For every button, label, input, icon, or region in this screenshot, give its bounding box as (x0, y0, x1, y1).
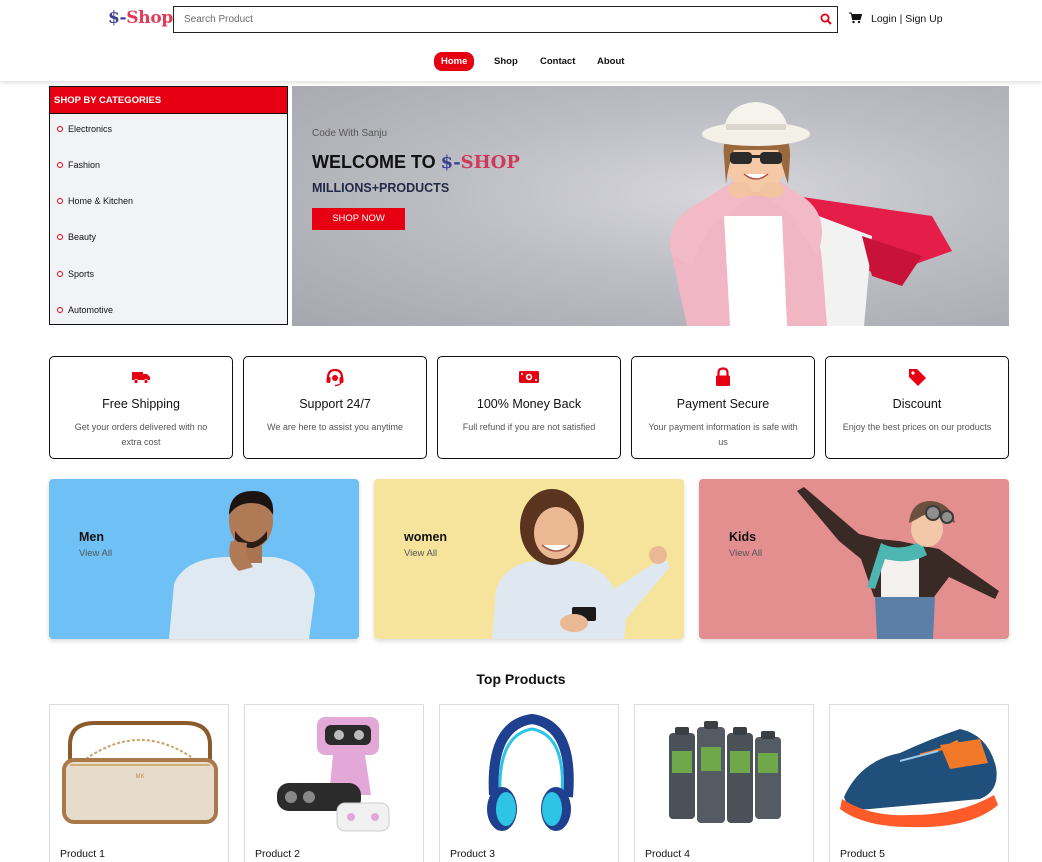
hero-subtitle: MILLIONS+PRODUCTS (312, 181, 450, 195)
bullet-icon (57, 198, 63, 204)
view-all-link[interactable]: View All (404, 548, 437, 559)
category-banner-kids[interactable]: Kids View All (699, 479, 1009, 639)
feature-support: Support 24/7 We are here to assist you a… (243, 356, 427, 459)
bullet-icon (57, 162, 63, 168)
view-all-link[interactable]: View All (729, 548, 762, 559)
top-products-heading: Top Products (476, 671, 566, 687)
body-wash-bottles-image (669, 721, 781, 823)
feature-description: Enjoy the best prices on our products (842, 422, 992, 432)
login-signup-link[interactable]: Login | Sign Up (871, 13, 943, 25)
cart-icon[interactable] (849, 12, 862, 24)
product-card[interactable]: Product 4 (634, 704, 814, 862)
tag-icon (909, 369, 926, 386)
headset-icon (326, 368, 344, 387)
feature-description: We are here to assist you anytime (267, 422, 403, 432)
women-model-image (492, 489, 670, 639)
feature-description: Your payment information is safe with us (648, 422, 798, 447)
bullet-icon (57, 307, 63, 313)
product-card[interactable]: Product 2 (244, 704, 424, 862)
product-name: Product 3 (450, 848, 495, 860)
category-name: women (404, 530, 448, 544)
feature-title: Support 24/7 (299, 397, 371, 411)
sidebar-item-beauty[interactable]: Beauty (57, 231, 96, 243)
logo-prefix: $- (108, 8, 127, 28)
feature-title: Discount (892, 397, 942, 411)
site-logo[interactable]: $-Shop (108, 8, 173, 28)
category-sidebar: SHOP BY CATEGORIES Electronics Fashion H… (49, 86, 288, 325)
product-card[interactable]: MK Product 1 (49, 704, 229, 862)
bullet-icon (57, 271, 63, 277)
product-name: Product 4 (645, 848, 690, 860)
logo-suffix: Shop (126, 8, 173, 28)
headphones-image (487, 713, 574, 831)
feature-description: Get your orders delivered with no extra … (74, 422, 208, 447)
category-name: Men (79, 530, 104, 544)
view-all-link[interactable]: View All (79, 548, 112, 559)
bullet-icon (57, 234, 63, 240)
feature-free-shipping: Free Shipping Get your orders delivered … (49, 356, 233, 459)
sidebar-item-electronics[interactable]: Electronics (57, 123, 112, 135)
category-name: Kids (729, 530, 757, 544)
hero-banner: Code With Sanju WELCOME TO $-SHOP MILLIO… (292, 86, 1009, 326)
hero-tagline: Code With Sanju (312, 128, 388, 139)
sidebar-item-fashion[interactable]: Fashion (57, 159, 100, 171)
category-banner-men[interactable]: Men View All (49, 479, 359, 639)
money-icon (519, 371, 539, 383)
sidebar-item-automotive[interactable]: Automotive (57, 304, 113, 316)
product-name: Product 2 (255, 848, 300, 860)
handbag-image: MK (62, 721, 218, 824)
robot-toy-image (277, 717, 390, 832)
product-card[interactable]: Product 3 (439, 704, 619, 862)
running-shoe-image (840, 729, 998, 828)
kids-model-image (797, 487, 999, 639)
main-nav: Home Shop Contact About (0, 52, 1042, 72)
svg-text:MK: MK (136, 774, 145, 780)
feature-title: Free Shipping (102, 397, 180, 411)
men-model-image (169, 491, 315, 639)
search-icon[interactable] (820, 13, 832, 25)
sidebar-item-home-kitchen[interactable]: Home & Kitchen (57, 195, 133, 207)
feature-payment-secure: Payment Secure Your payment information … (631, 356, 815, 459)
sidebar-item-sports[interactable]: Sports (57, 268, 94, 280)
search-input[interactable] (174, 7, 794, 32)
nav-about[interactable]: About (597, 52, 624, 71)
nav-shop[interactable]: Shop (494, 52, 518, 71)
feature-discount: Discount Enjoy the best prices on our pr… (825, 356, 1009, 459)
bullet-icon (57, 126, 63, 132)
feature-description: Full refund if you are not satisfied (462, 422, 596, 432)
feature-money-back: 100% Money Back Full refund if you are n… (437, 356, 621, 459)
lock-icon (716, 367, 730, 386)
truck-icon (132, 372, 150, 384)
site-header: $-Shop Login | Sign Up Home Shop Contact… (0, 0, 1042, 81)
hero-girl-image (670, 102, 952, 326)
shop-now-button[interactable]: SHOP NOW (312, 208, 405, 230)
sidebar-heading: SHOP BY CATEGORIES (50, 87, 287, 114)
feature-title: Payment Secure (676, 397, 770, 411)
nav-home[interactable]: Home (434, 52, 475, 71)
nav-contact[interactable]: Contact (540, 52, 575, 71)
feature-title: 100% Money Back (476, 397, 582, 411)
product-name: Product 1 (60, 848, 105, 860)
product-name: Product 5 (840, 848, 885, 860)
hero-title: WELCOME TO $-SHOP (312, 152, 520, 173)
search-bar (173, 6, 838, 33)
product-card[interactable]: Product 5 (829, 704, 1009, 862)
category-banner-women[interactable]: women View All (374, 479, 684, 639)
